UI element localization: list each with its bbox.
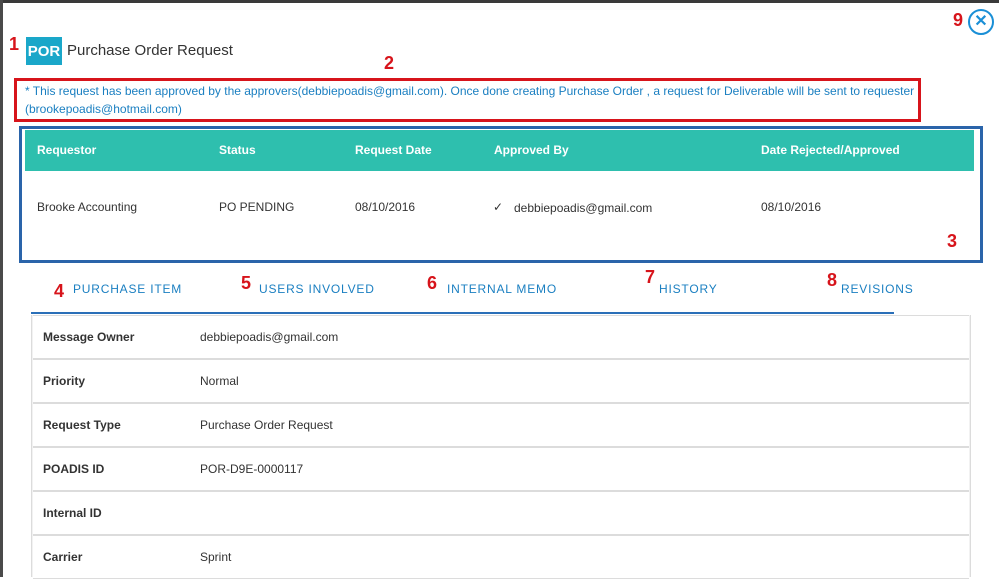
detail-row-priority: Priority Normal bbox=[33, 359, 969, 403]
tab-internal-memo[interactable]: INTERNAL MEMO bbox=[447, 282, 557, 296]
detail-row-message-owner: Message Owner debbiepoadis@gmail.com bbox=[33, 315, 969, 359]
annotation-7: 7 bbox=[645, 267, 656, 287]
detail-label: Priority bbox=[43, 374, 86, 388]
col-status: Status bbox=[219, 143, 256, 157]
close-icon[interactable]: ✕ bbox=[968, 9, 994, 35]
detail-row-poadis-id: POADIS ID POR-D9E-0000117 bbox=[33, 447, 969, 491]
status-table-header: Requestor Status Request Date Approved B… bbox=[25, 130, 974, 171]
annotation-5: 5 bbox=[241, 273, 252, 293]
annotation-9: 9 bbox=[953, 10, 964, 30]
requestor-value: Brooke Accounting bbox=[37, 200, 138, 214]
detail-row-request-type: Request Type Purchase Order Request bbox=[33, 403, 969, 447]
status-table-row: Brooke Accounting PO PENDING 08/10/2016 … bbox=[25, 171, 974, 255]
detail-value: debbiepoadis@gmail.com bbox=[200, 330, 339, 344]
annotation-6: 6 bbox=[427, 273, 438, 293]
tab-active-underline bbox=[31, 312, 894, 314]
col-requestor: Requestor bbox=[37, 143, 97, 157]
detail-value: Normal bbox=[200, 374, 239, 388]
detail-label: Message Owner bbox=[43, 330, 135, 344]
detail-value: Sprint bbox=[200, 550, 232, 564]
left-border bbox=[0, 0, 3, 577]
detail-label: Carrier bbox=[43, 550, 83, 564]
date-rejected-approved-value: 08/10/2016 bbox=[761, 200, 822, 214]
request-date-value: 08/10/2016 bbox=[355, 200, 416, 214]
detail-label: Internal ID bbox=[43, 506, 102, 520]
annotation-1: 1 bbox=[9, 34, 20, 54]
col-date-rejected-approved: Date Rejected/Approved bbox=[761, 143, 900, 157]
detail-label: Request Type bbox=[43, 418, 121, 432]
annotation-4: 4 bbox=[54, 281, 65, 301]
approved-by-value: debbiepoadis@gmail.com bbox=[514, 201, 653, 215]
tab-revisions[interactable]: REVISIONS bbox=[841, 282, 914, 296]
tab-purchase-item[interactable]: PURCHASE ITEM bbox=[73, 282, 182, 296]
annotation-2: 2 bbox=[384, 53, 395, 73]
detail-row-internal-id: Internal ID bbox=[33, 491, 969, 535]
detail-value: POR-D9E-0000117 bbox=[200, 462, 304, 476]
check-icon: ✓ bbox=[493, 200, 504, 214]
details-table: Message Owner debbiepoadis@gmail.com Pri… bbox=[31, 315, 971, 579]
annotation-3: 3 bbox=[947, 231, 958, 251]
annotation-8: 8 bbox=[827, 270, 838, 290]
col-request-date: Request Date bbox=[355, 143, 432, 157]
tab-history[interactable]: HISTORY bbox=[659, 282, 718, 296]
page-title: Purchase Order Request bbox=[67, 42, 233, 59]
top-border bbox=[0, 0, 999, 3]
status-value: PO PENDING bbox=[219, 200, 295, 214]
detail-value: Purchase Order Request bbox=[200, 418, 333, 432]
approval-notice: * This request has been approved by the … bbox=[25, 84, 915, 116]
tab-users-involved[interactable]: USERS INVOLVED bbox=[259, 282, 375, 296]
detail-row-carrier: Carrier Sprint bbox=[33, 535, 969, 579]
detail-label: POADIS ID bbox=[43, 462, 105, 476]
col-approved-by: Approved By bbox=[494, 143, 569, 157]
por-logo: POR bbox=[26, 37, 62, 65]
